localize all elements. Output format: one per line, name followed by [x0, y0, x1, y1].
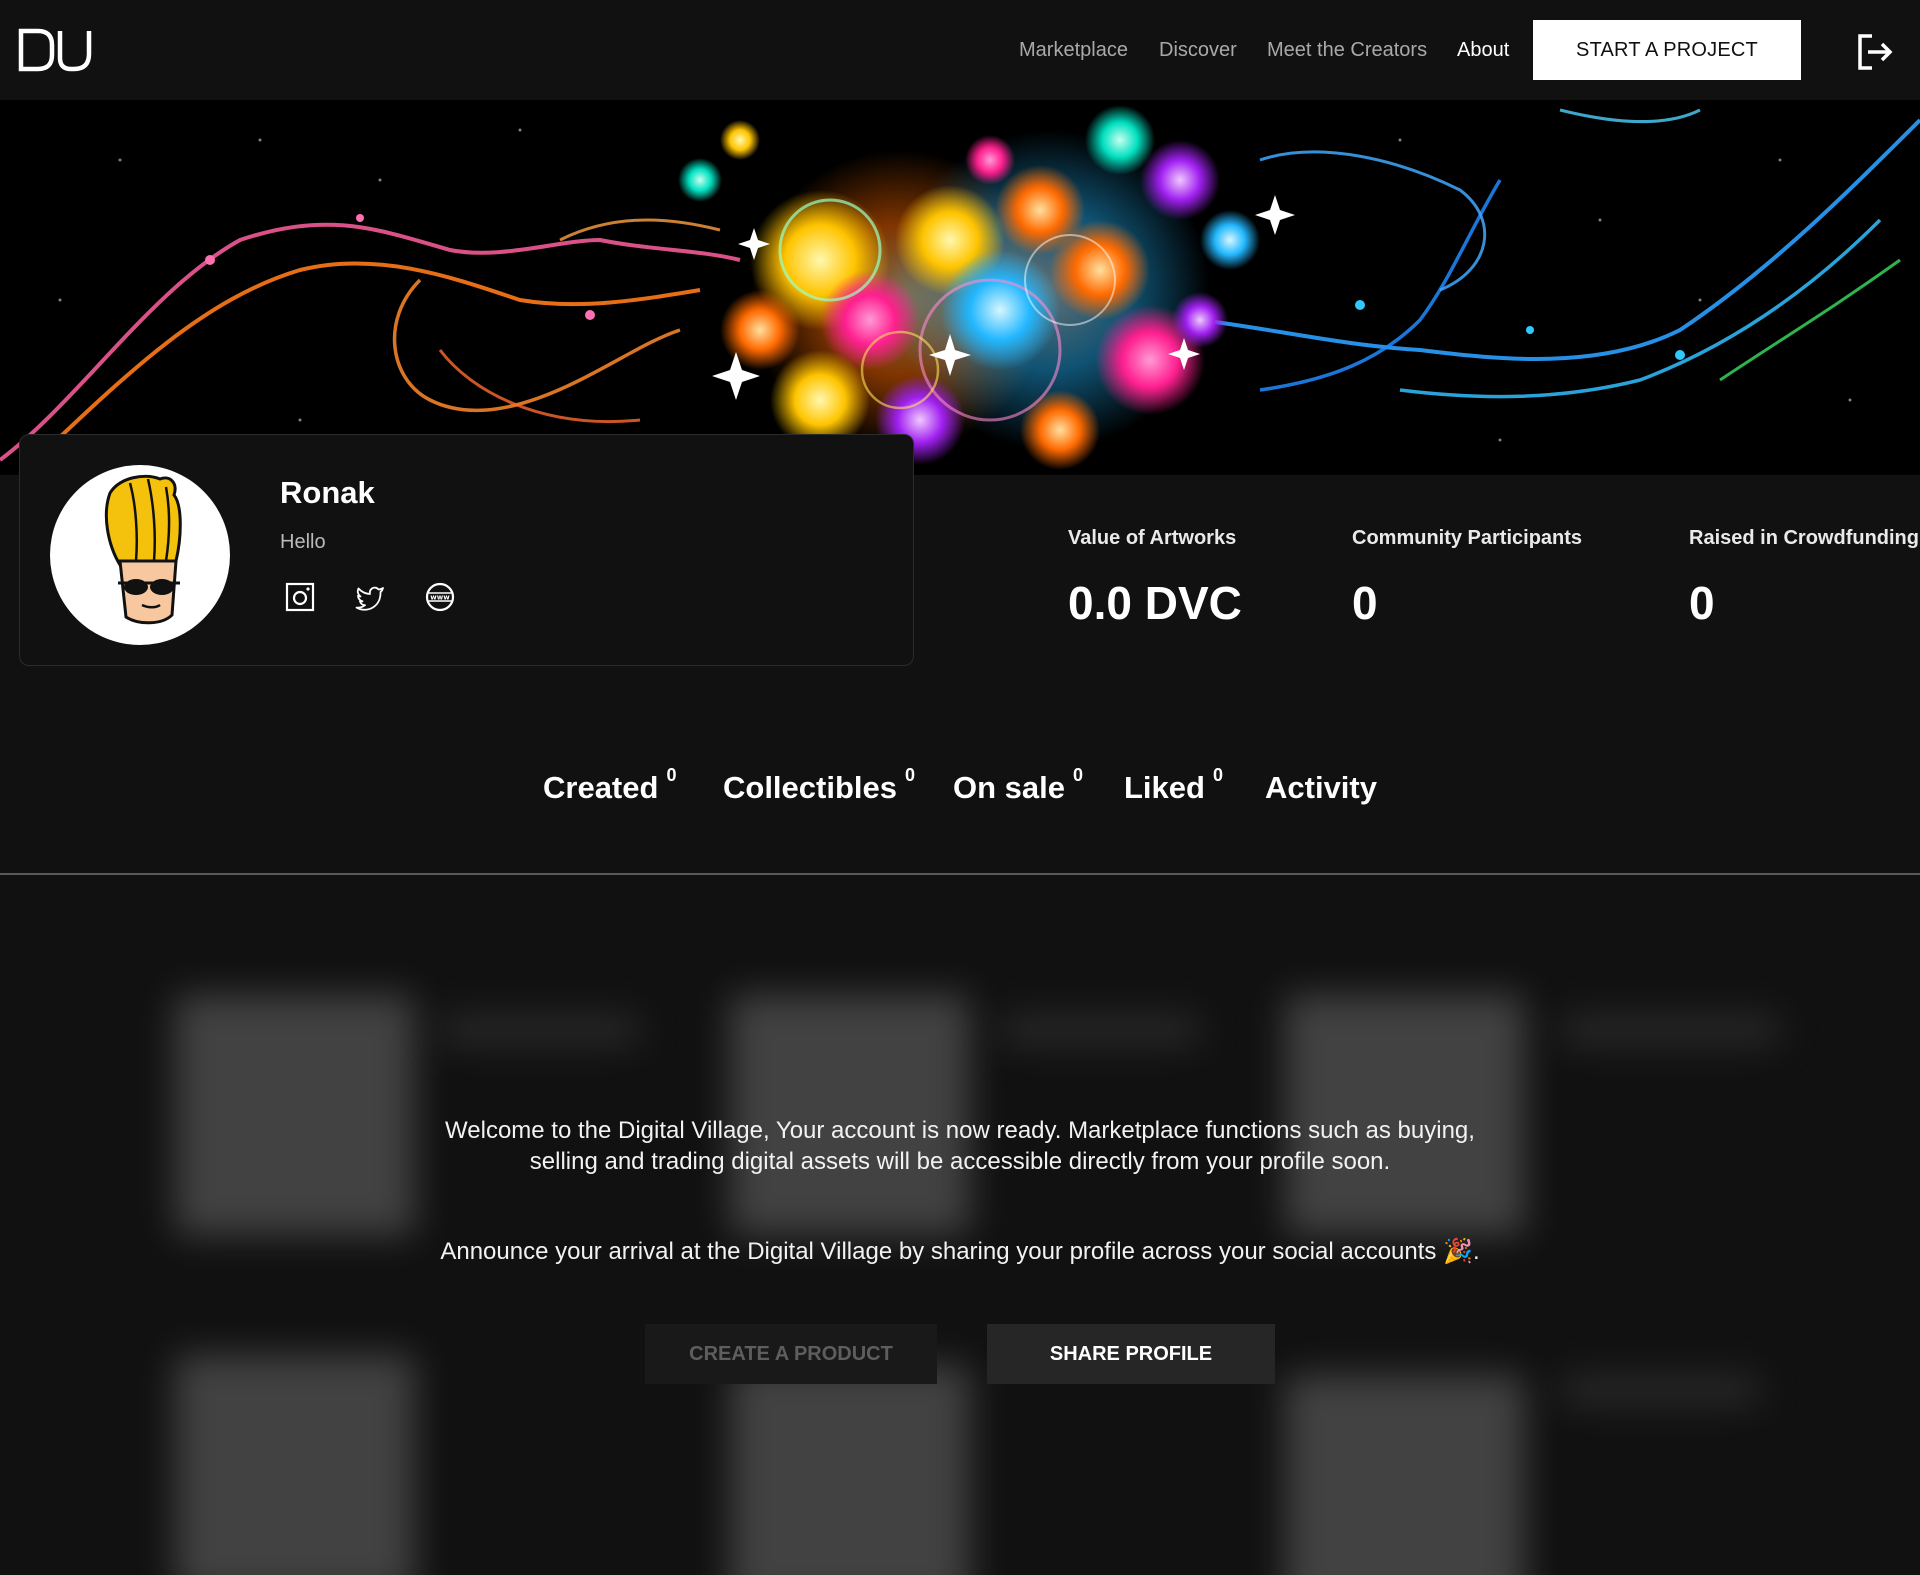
tab-on-sale-label: On sale	[953, 770, 1065, 805]
tab-created-count: 0	[666, 764, 677, 785]
logout-icon[interactable]	[1856, 32, 1894, 72]
tab-collectibles-count: 0	[905, 764, 916, 785]
profile-banner-image	[0, 100, 1920, 475]
tab-liked-count: 0	[1212, 764, 1223, 785]
announce-message: Announce your arrival at the Digital Vil…	[440, 1238, 1480, 1265]
stat-community-participants: 0	[1352, 577, 1378, 629]
tab-collectibles-label: Collectibles	[723, 770, 897, 805]
tab-on-sale[interactable]: On sale 0	[953, 765, 1083, 806]
top-navbar: Marketplace Discover Meet the Creators A…	[0, 0, 1920, 100]
welcome-line-1: Welcome to the Digital Village, Your acc…	[445, 1117, 1475, 1144]
tab-liked-label: Liked	[1124, 770, 1205, 805]
placeholder-card	[1000, 1015, 1200, 1045]
tab-created-label: Created	[543, 770, 659, 805]
avatar	[50, 465, 230, 645]
profile-card: Ronak Hello www	[19, 434, 914, 666]
placeholder-card	[1285, 1375, 1525, 1575]
tab-created[interactable]: Created 0	[543, 765, 676, 806]
profile-name: Ronak	[280, 475, 375, 510]
twitter-icon[interactable]	[354, 581, 386, 613]
placeholder-card	[1560, 1375, 1760, 1405]
tab-liked[interactable]: Liked 0	[1124, 765, 1223, 806]
blurred-items-placeholder	[0, 875, 1920, 1575]
tab-activity[interactable]: Activity	[1265, 770, 1377, 806]
welcome-line-2: selling and trading digital assets will …	[529, 1148, 1391, 1175]
placeholder-card	[440, 1015, 640, 1045]
profile-bio: Hello	[280, 531, 326, 553]
svg-text:www: www	[430, 594, 450, 602]
placeholder-card	[730, 1365, 970, 1575]
tab-activity-label: Activity	[1265, 770, 1377, 805]
welcome-message: Welcome to the Digital Village, Your acc…	[0, 1115, 1920, 1177]
nav-meet-the-creators[interactable]: Meet the Creators	[1267, 39, 1427, 62]
tab-collectibles[interactable]: Collectibles 0	[723, 765, 915, 806]
stat-raised-in-crowdfunding-label: Raised in Crowdfunding	[1689, 527, 1919, 549]
stat-value-of-artworks-label: Value of Artworks	[1068, 527, 1237, 549]
dv-logo[interactable]	[18, 28, 92, 72]
nav-marketplace[interactable]: Marketplace	[1019, 39, 1128, 62]
tab-on-sale-count: 0	[1073, 764, 1084, 785]
placeholder-card	[175, 1355, 415, 1575]
placeholder-card	[1560, 1015, 1780, 1045]
website-icon[interactable]: www	[424, 581, 456, 613]
nav-about[interactable]: About	[1457, 39, 1509, 62]
instagram-icon[interactable]	[284, 581, 316, 613]
create-product-button[interactable]: CREATE A PRODUCT	[645, 1324, 937, 1384]
stat-value-of-artworks: 0.0 DVC	[1068, 577, 1242, 629]
stat-raised-in-crowdfunding: 0	[1689, 577, 1715, 629]
nav-discover[interactable]: Discover	[1159, 39, 1237, 62]
start-project-button[interactable]: START A PROJECT	[1533, 20, 1801, 80]
stat-community-participants-label: Community Participants	[1352, 527, 1583, 549]
share-profile-button[interactable]: SHARE PROFILE	[987, 1324, 1275, 1384]
